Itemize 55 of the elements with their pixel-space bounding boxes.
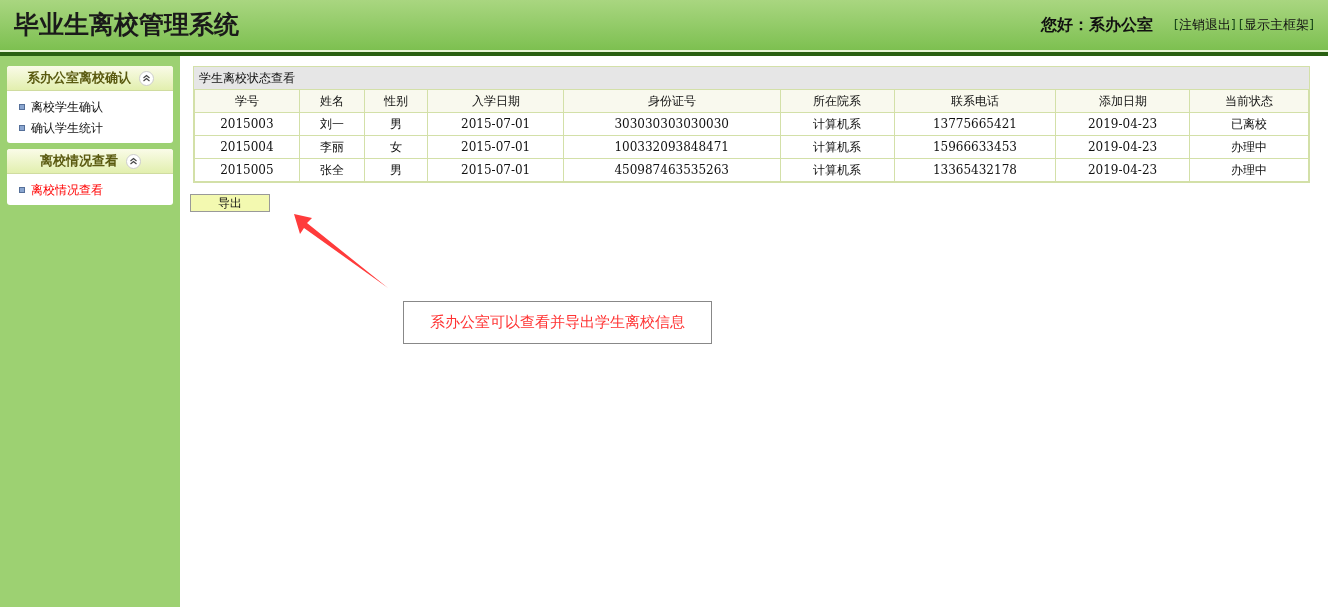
table-cell: 计算机系 [780, 158, 895, 182]
export-button[interactable]: 导出 [190, 194, 270, 212]
table-cell: 2015003 [194, 112, 300, 136]
bracket-text: ] [1230, 16, 1236, 35]
column-header: 身份证号 [563, 89, 780, 113]
column-header: 学号 [194, 89, 300, 113]
sidebar-item[interactable]: 离校情况查看 [31, 180, 103, 199]
table-cell: 2015-07-01 [427, 135, 564, 159]
table-cell: 已离校 [1189, 112, 1309, 136]
table-cell: 13365432178 [894, 158, 1056, 182]
bracket-text: ] [1308, 16, 1314, 35]
collapse-icon[interactable] [138, 70, 154, 86]
header-link[interactable]: 显示主框架 [1243, 15, 1309, 35]
table-cell: 2015-07-01 [427, 158, 564, 182]
column-header: 联系电话 [894, 89, 1056, 113]
table-cell: 李丽 [299, 135, 365, 159]
table-cell: 办理中 [1189, 158, 1309, 182]
table-cell: 450987463535263 [563, 158, 780, 182]
table-cell: 303030303030030 [563, 112, 780, 136]
table-cell: 15966633453 [894, 135, 1056, 159]
table-cell: 2019-04-23 [1055, 135, 1190, 159]
column-header: 所在院系 [780, 89, 895, 113]
bullet-icon [19, 186, 25, 193]
table-cell: 办理中 [1189, 135, 1309, 159]
column-header: 添加日期 [1055, 89, 1190, 113]
greeting-text: 您好：系办公室 [1040, 14, 1153, 36]
table-cell: 张全 [299, 158, 365, 182]
table-cell: 2019-04-23 [1055, 112, 1190, 136]
column-header: 性别 [364, 89, 428, 113]
table-cell: 2015004 [194, 135, 300, 159]
column-header: 入学日期 [427, 89, 564, 113]
collapse-icon[interactable] [125, 153, 141, 169]
table-cell: 2019-04-23 [1055, 158, 1190, 182]
table-cell: 计算机系 [780, 112, 895, 136]
table-caption: 学生离校状态查看 [194, 67, 1309, 89]
bullet-icon [19, 124, 25, 131]
table-cell: 男 [364, 112, 428, 136]
app-title: 毕业生离校管理系统 [14, 9, 239, 42]
column-header: 姓名 [299, 89, 365, 113]
bracket-text: [ [1173, 16, 1179, 35]
table-cell: 2015-07-01 [427, 112, 564, 136]
header-link[interactable]: 注销退出 [1178, 15, 1231, 35]
table-cell: 男 [364, 158, 428, 182]
table-cell: 13775665421 [894, 112, 1056, 136]
table-cell: 计算机系 [780, 135, 895, 159]
bracket-text: [ [1238, 16, 1244, 35]
bullet-icon [19, 103, 25, 110]
table-cell: 刘一 [299, 112, 365, 136]
column-header: 当前状态 [1189, 89, 1309, 113]
sidebar-item[interactable]: 离校学生确认 [31, 97, 103, 116]
table-cell: 女 [364, 135, 428, 159]
table-cell: 100332093848471 [563, 135, 780, 159]
annotation-callout: 系办公室可以查看并导出学生离校信息 [403, 301, 712, 344]
sidebar-item[interactable]: 确认学生统计 [31, 118, 103, 137]
table-cell: 2015005 [194, 158, 300, 182]
